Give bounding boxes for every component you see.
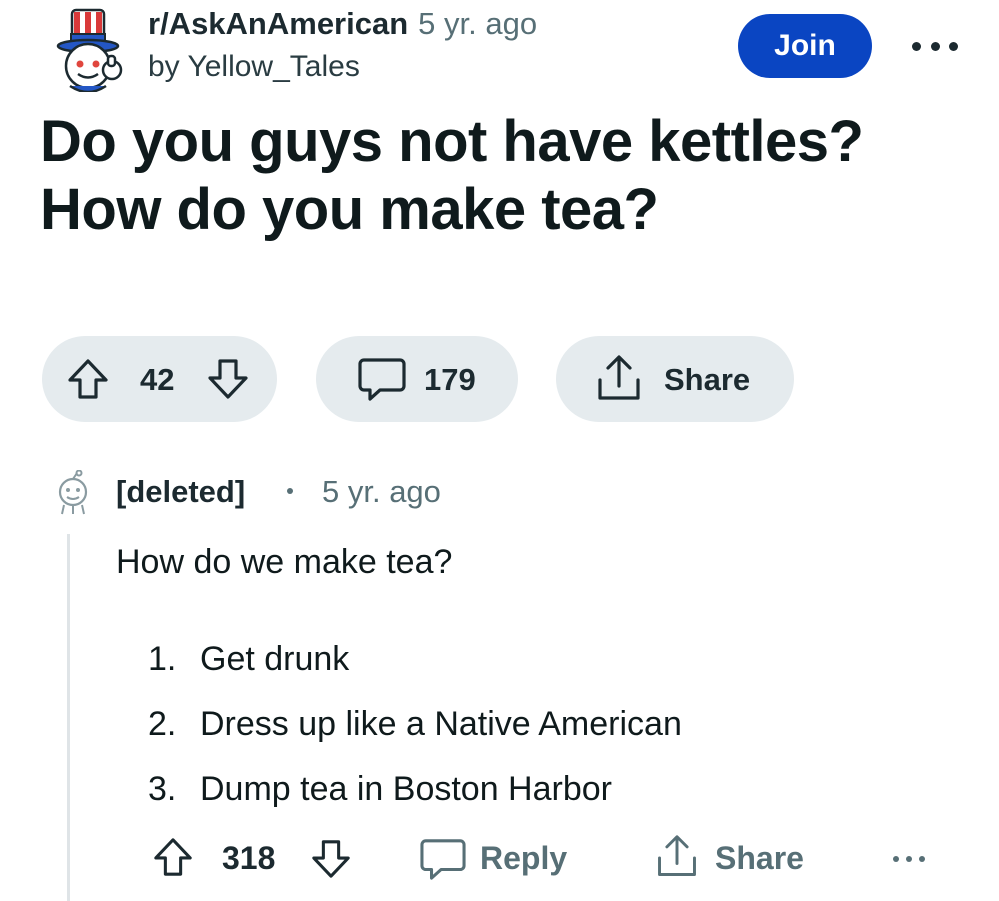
separator-dot [287,488,293,494]
post-title-line1: Do you guys not have kettles? [40,109,864,174]
list-text: Dump tea in Boston Harbor [200,770,612,808]
list-item: 1. Get drunk [148,640,349,679]
subreddit-name[interactable]: r/AskAnAmerican 5 yr. ago [148,6,537,42]
comment-more-icon[interactable] [893,854,925,864]
post-vote-pill: 42 [42,336,277,422]
comment-icon [358,356,406,407]
list-item: 2. Dress up like a Native American [148,705,682,744]
comment-share-button[interactable]: Share [715,840,804,877]
post-time: 5 yr. ago [418,6,538,41]
list-item: 3. Dump tea in Boston Harbor [148,770,612,809]
post-title: Do you guys not have kettles? How do you… [40,108,960,244]
more-options-icon[interactable] [912,30,958,62]
comment-share-icon[interactable] [654,834,700,885]
thread-line[interactable] [67,534,70,901]
comment-score: 318 [222,840,276,876]
comment-upvote-icon[interactable] [152,836,194,883]
comment-downvote-icon[interactable] [310,838,352,885]
deleted-user-avatar-icon [50,469,96,516]
comment-body: How do we make tea? [116,543,453,581]
comment-count: 179 [424,362,476,397]
subreddit-avatar-icon[interactable] [52,6,124,94]
join-button[interactable]: Join [738,14,872,78]
reply-icon[interactable] [420,837,466,886]
downvote-icon[interactable] [206,358,250,405]
post-vote-count: 42 [140,362,175,397]
subreddit-label[interactable]: r/AskAnAmerican [148,6,408,41]
share-label: Share [664,362,751,397]
post-title-line2: How do you make tea? [40,177,659,242]
comment-time: 5 yr. ago [322,474,441,509]
list-text: Get drunk [200,640,350,678]
list-number: 1. [148,640,177,678]
share-button[interactable]: Share [556,336,794,422]
upvote-icon[interactable] [66,358,110,405]
comment-author[interactable]: [deleted] [116,474,245,510]
comments-button[interactable]: 179 [316,336,518,422]
list-number: 3. [148,770,177,808]
reply-button[interactable]: Reply [480,840,567,877]
post-author[interactable]: by Yellow_Tales [148,50,360,84]
list-text: Dress up like a Native American [200,705,682,743]
list-number: 2. [148,705,177,743]
share-icon [594,354,644,409]
